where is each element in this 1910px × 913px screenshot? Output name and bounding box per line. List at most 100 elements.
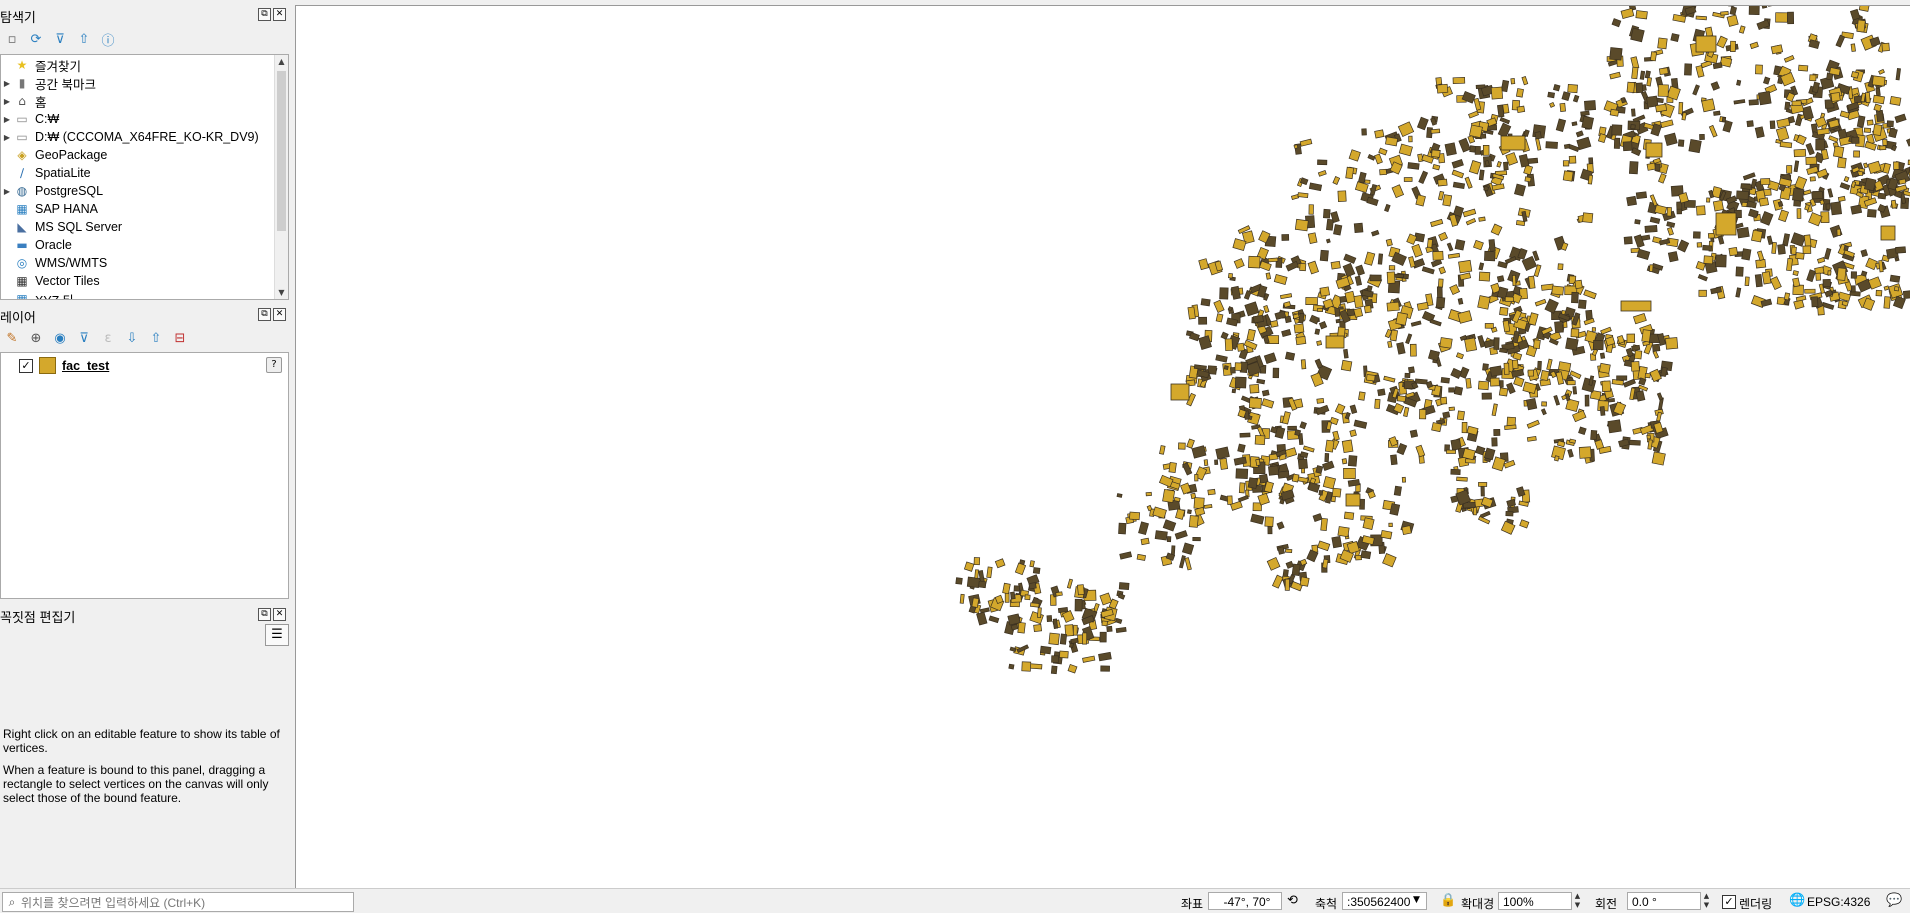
map-feature[interactable] [1214, 300, 1224, 312]
map-feature[interactable] [1520, 520, 1529, 528]
map-feature[interactable] [1479, 272, 1490, 281]
map-feature[interactable] [1658, 38, 1668, 49]
map-feature[interactable] [1529, 313, 1539, 326]
map-feature[interactable] [1316, 405, 1329, 415]
map-feature[interactable] [1817, 257, 1824, 263]
map-feature[interactable] [1583, 213, 1593, 223]
map-feature[interactable] [1689, 139, 1701, 152]
map-feature[interactable] [1176, 509, 1185, 519]
map-feature[interactable] [1751, 179, 1757, 188]
map-feature[interactable] [977, 612, 987, 625]
map-feature[interactable] [1492, 184, 1504, 191]
map-feature[interactable] [1117, 494, 1122, 498]
map-feature[interactable] [1667, 207, 1671, 216]
map-feature[interactable] [1396, 312, 1408, 325]
map-feature[interactable] [1890, 96, 1901, 105]
map-feature[interactable] [1449, 388, 1455, 392]
map-feature[interactable] [1729, 247, 1738, 255]
map-feature[interactable] [1273, 368, 1279, 378]
expand-all-icon[interactable]: ⇩ [122, 328, 142, 348]
browser-tree[interactable]: ★즐겨찾기▶▮공간 북마크▶⌂홈▶▭C:₩▶▭D:₩ (CCCOMA_X64FR… [0, 54, 289, 300]
map-feature[interactable] [1285, 549, 1291, 553]
map-feature[interactable] [1318, 170, 1326, 176]
map-feature[interactable] [1300, 577, 1309, 586]
map-feature[interactable] [974, 558, 980, 565]
map-feature[interactable] [1238, 444, 1246, 452]
map-feature[interactable] [1512, 360, 1518, 369]
options-menu-icon[interactable]: ☰ [265, 624, 289, 646]
map-feature[interactable] [1059, 651, 1068, 658]
map-feature[interactable] [1600, 353, 1604, 359]
map-feature[interactable] [1295, 430, 1301, 436]
map-feature[interactable] [1237, 343, 1245, 351]
map-feature[interactable] [1627, 196, 1637, 205]
map-feature[interactable] [1713, 63, 1722, 69]
map-feature[interactable] [1865, 92, 1870, 102]
map-feature[interactable] [1576, 131, 1583, 137]
map-feature[interactable] [1249, 398, 1261, 409]
map-feature[interactable] [1807, 270, 1816, 282]
map-feature[interactable] [1067, 579, 1072, 588]
map-feature[interactable] [1895, 257, 1899, 261]
map-feature[interactable] [1736, 288, 1741, 297]
map-feature[interactable] [1375, 399, 1380, 408]
map-feature[interactable] [1010, 592, 1015, 599]
map-feature[interactable] [1794, 149, 1806, 157]
map-feature[interactable] [1356, 265, 1365, 275]
map-feature[interactable] [1342, 459, 1347, 464]
map-feature[interactable] [1563, 161, 1569, 166]
map-feature[interactable] [1742, 249, 1751, 260]
map-feature[interactable] [1313, 514, 1322, 522]
map-feature[interactable] [1245, 302, 1259, 316]
map-feature[interactable] [1251, 514, 1264, 524]
map-feature[interactable] [1797, 209, 1801, 219]
info-icon[interactable]: ⓘ [98, 29, 118, 49]
map-feature[interactable] [1285, 448, 1297, 458]
layer-row[interactable]: ✓ fac_test [19, 357, 109, 374]
map-feature[interactable] [1589, 158, 1593, 164]
map-feature[interactable] [1704, 256, 1713, 264]
map-feature[interactable] [1791, 233, 1805, 247]
map-feature[interactable] [1817, 128, 1829, 134]
map-feature[interactable] [1776, 127, 1789, 141]
map-feature[interactable] [1015, 563, 1025, 575]
map-feature[interactable] [1501, 136, 1525, 150]
map-feature[interactable] [1336, 319, 1340, 323]
map-feature[interactable] [1824, 248, 1831, 259]
map-feature[interactable] [1836, 35, 1845, 47]
map-feature[interactable] [1326, 219, 1333, 230]
crs-label[interactable]: EPSG:4326 [1807, 895, 1870, 909]
map-feature[interactable] [1451, 469, 1461, 474]
map-feature[interactable] [1474, 98, 1481, 110]
map-feature[interactable] [1890, 275, 1900, 282]
map-feature[interactable] [1579, 427, 1587, 435]
map-feature[interactable] [1147, 505, 1152, 510]
map-feature[interactable] [1445, 143, 1456, 156]
map-feature[interactable] [1437, 287, 1442, 298]
map-feature[interactable] [1392, 185, 1404, 198]
map-feature[interactable] [1693, 85, 1700, 95]
map-feature[interactable] [1631, 125, 1636, 129]
map-feature[interactable] [1397, 396, 1406, 402]
map-feature[interactable] [1635, 351, 1642, 359]
map-feature[interactable] [1876, 88, 1881, 96]
map-feature[interactable] [1362, 129, 1367, 135]
map-feature[interactable] [1716, 213, 1736, 235]
browser-item[interactable]: ▦Vector Tiles [1, 272, 274, 290]
map-feature[interactable] [1696, 36, 1716, 52]
map-feature[interactable] [1432, 423, 1442, 432]
visibility-eye-icon[interactable]: ◉ [50, 328, 70, 348]
map-feature[interactable] [1896, 68, 1901, 80]
map-feature[interactable] [1306, 298, 1318, 305]
map-feature[interactable] [975, 570, 979, 579]
map-feature[interactable] [1631, 361, 1639, 371]
map-feature[interactable] [1344, 254, 1356, 263]
map-feature[interactable] [1810, 75, 1816, 81]
map-feature[interactable] [1030, 603, 1039, 607]
map-feature[interactable] [1397, 443, 1407, 454]
map-feature[interactable] [1431, 150, 1440, 158]
map-feature[interactable] [1736, 191, 1748, 200]
map-feature[interactable] [1867, 120, 1873, 125]
map-feature[interactable] [1466, 378, 1471, 388]
map-feature[interactable] [1228, 307, 1232, 311]
